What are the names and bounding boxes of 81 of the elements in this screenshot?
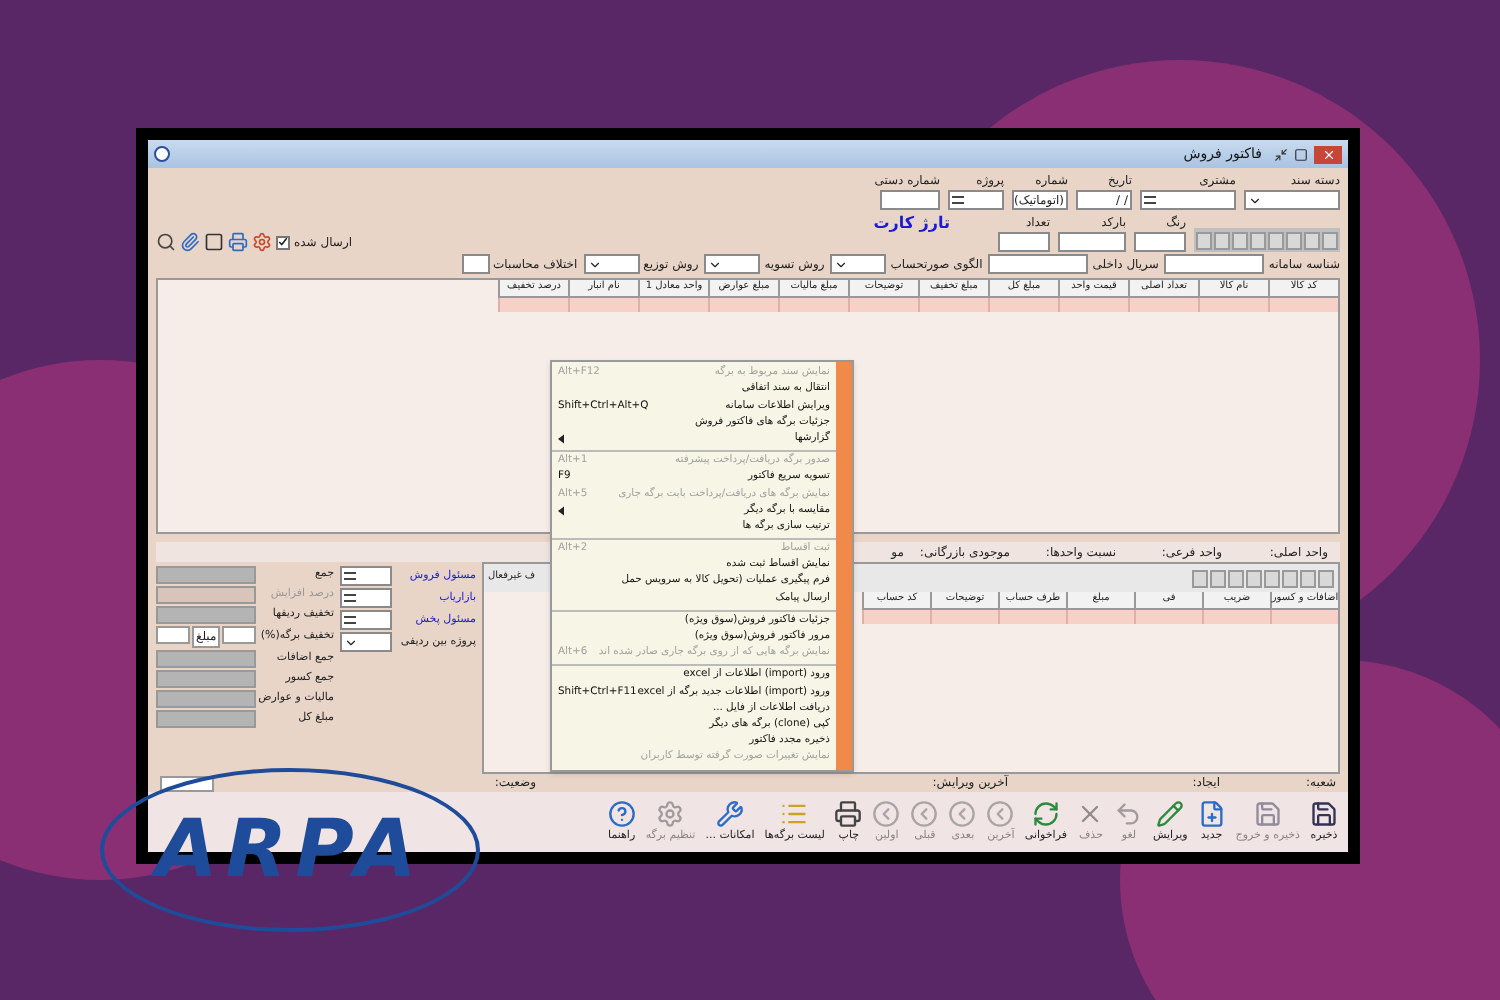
pencil-icon [1156, 799, 1185, 828]
refresh-icon [1031, 799, 1060, 828]
paperclip-icon[interactable] [180, 232, 200, 252]
close-icon [1321, 147, 1335, 161]
table-cell[interactable] [862, 610, 930, 624]
input-field[interactable] [461, 254, 490, 274]
maximize-icon[interactable] [1294, 147, 1308, 161]
floppy-icon [1310, 799, 1338, 828]
input-field[interactable] [830, 254, 887, 274]
table-cell[interactable] [930, 610, 998, 624]
input-field[interactable] [1244, 190, 1340, 210]
new-document-icon [1197, 799, 1226, 828]
printer-icon [834, 799, 863, 828]
app-icon [154, 146, 170, 162]
list-icon [780, 799, 809, 828]
total-value [156, 566, 256, 584]
table-cell[interactable] [998, 610, 1066, 624]
input-field[interactable] [880, 190, 940, 210]
table-cell[interactable] [988, 298, 1058, 312]
input-field[interactable] [583, 254, 640, 274]
dropdown-icon[interactable] [708, 257, 723, 271]
table-cell[interactable] [1058, 298, 1128, 312]
table-cell[interactable] [1066, 610, 1134, 624]
lookup-icon[interactable] [1144, 196, 1156, 204]
submenu-arrow-icon [558, 434, 564, 445]
input-field[interactable] [340, 610, 392, 630]
check-icon [278, 236, 288, 248]
input-field[interactable] [340, 632, 392, 652]
help-icon [607, 799, 636, 828]
printer-icon[interactable] [228, 232, 248, 252]
table-cell[interactable] [918, 298, 988, 312]
lookup-icon[interactable] [344, 616, 356, 624]
total-value [156, 586, 256, 604]
input-field[interactable] [222, 626, 257, 644]
input-field[interactable] [1058, 232, 1126, 252]
total-value [156, 606, 256, 624]
table-cell[interactable] [1134, 610, 1202, 624]
input-field[interactable] [340, 566, 392, 586]
input-field[interactable] [948, 190, 1004, 210]
close-button[interactable] [1314, 145, 1342, 163]
submenu-arrow-icon [558, 506, 564, 517]
dropdown-icon[interactable] [834, 257, 849, 271]
table-cell[interactable] [778, 298, 848, 312]
dropdown-icon[interactable] [344, 635, 358, 649]
table-cell[interactable] [1270, 610, 1338, 624]
table-cell[interactable] [1202, 610, 1270, 624]
table-cell[interactable] [1198, 298, 1268, 312]
input-field[interactable] [998, 232, 1050, 252]
input-field[interactable] [156, 626, 190, 644]
input-field[interactable] [1140, 190, 1236, 210]
table-cell[interactable] [848, 298, 918, 312]
settings-icon [656, 799, 685, 828]
table-cell[interactable] [1128, 298, 1198, 312]
heading: تارژ کارت [873, 212, 950, 236]
table-cell[interactable] [1268, 298, 1338, 312]
input-field[interactable] [988, 254, 1089, 274]
input-field[interactable] [340, 588, 392, 608]
total-value [156, 650, 256, 668]
lookup-icon[interactable] [952, 196, 964, 204]
total-value [156, 710, 256, 728]
dropdown-icon[interactable] [587, 257, 602, 271]
search-icon[interactable] [156, 232, 176, 252]
minimize-icon[interactable] [1274, 147, 1288, 161]
lookup-icon[interactable] [344, 572, 356, 580]
table-cell[interactable] [568, 298, 638, 312]
table-cell[interactable] [638, 298, 708, 312]
input-field[interactable] [1164, 254, 1265, 274]
undo-icon [1114, 799, 1143, 828]
table-cell[interactable] [498, 298, 568, 312]
floppy-icon [1253, 799, 1282, 828]
wrench-icon [716, 799, 745, 828]
logo: ARPA [100, 768, 480, 932]
total-value [156, 670, 256, 688]
input-field[interactable] [704, 254, 761, 274]
lookup-icon[interactable] [344, 594, 356, 602]
dropdown-icon[interactable] [1248, 193, 1262, 207]
total-value [156, 690, 256, 708]
table-cell[interactable] [708, 298, 778, 312]
checkbox[interactable] [276, 235, 290, 249]
input-field[interactable] [1134, 232, 1186, 252]
window-icon[interactable] [204, 232, 224, 252]
